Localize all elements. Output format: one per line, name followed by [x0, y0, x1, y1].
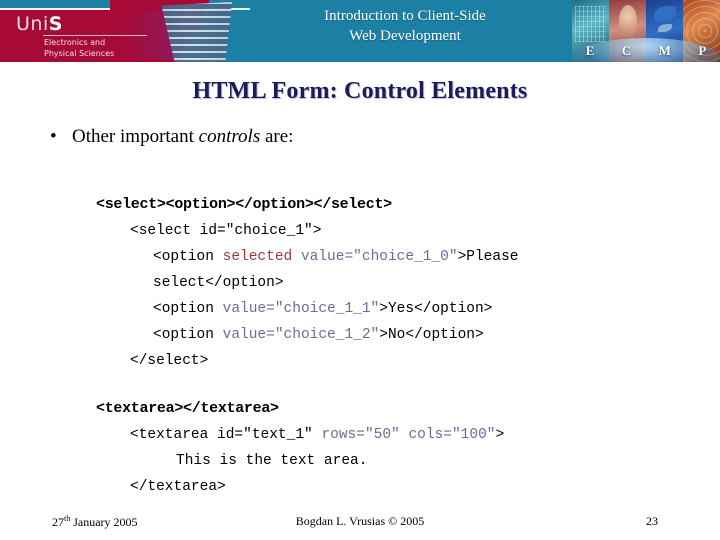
code-token-option-tag-0: <option — [153, 249, 223, 265]
unis-wordmark: UniS — [16, 15, 63, 34]
code-line-option-2: <option value="choice_1_2">No</option> — [96, 322, 656, 348]
bullet-text-emphasis: controls — [198, 126, 261, 147]
code-token-option-text-1: >Yes</option> — [379, 301, 493, 317]
slide-footer: 27th January 2005 Bogdan L. Vrusias © 20… — [0, 514, 720, 532]
page-title: HTML Form: Control Elements — [192, 78, 528, 104]
code-sample: <select><option></option></select> <sele… — [96, 192, 656, 500]
faculty-collage-graphic: E C M P — [572, 0, 720, 62]
bullet-item: • Other important controls are: — [50, 126, 293, 148]
collage-letter-c: C — [621, 43, 632, 58]
code-token-rows-cols-attr: rows="50" cols="100" — [321, 427, 496, 443]
code-block-spacer — [96, 374, 656, 396]
code-token-textarea-tag: <textarea id="text_1" — [130, 427, 322, 443]
code-line-option-1: <option value="choice_1_1">Yes</option> — [96, 296, 656, 322]
header-banner: UniS Electronics and Physical Sciences I… — [0, 0, 720, 62]
code-token-option-text-2: >No</option> — [379, 327, 484, 343]
code-line-option-0: <option selected value="choice_1_0">Plea… — [96, 244, 656, 296]
code-heading-textarea: <textarea></textarea> — [96, 400, 279, 417]
unis-subtitle: Electronics and Physical Sciences — [44, 38, 115, 58]
course-title-line-2: Web Development — [349, 28, 461, 44]
bullet-text-post: are: — [260, 126, 294, 147]
code-line-select-close: </select> — [130, 353, 209, 369]
code-heading-select: <select><option></option></select> — [96, 196, 392, 213]
collage-letter-p: P — [698, 43, 707, 58]
collage-letters: E C M P — [572, 43, 720, 59]
code-token-value-attr-2: value="choice_1_2" — [222, 327, 380, 343]
unis-divider-rule — [43, 35, 147, 36]
footer-page-number: 23 — [646, 514, 658, 528]
code-line-textarea-open: <textarea id="text_1" rows="50" cols="10… — [96, 422, 656, 448]
code-line-textarea-content: This is the text area. — [176, 453, 368, 469]
code-token-selected-keyword: selected — [222, 249, 293, 265]
code-line-textarea-close: </textarea> — [130, 479, 226, 495]
course-title: Introduction to Client-Side Web Developm… — [240, 6, 570, 46]
course-title-line-1: Introduction to Client-Side — [324, 8, 486, 24]
code-token-value-attr-1: value="choice_1_1" — [222, 301, 380, 317]
code-line-select-open: <select id="choice_1"> — [130, 223, 322, 239]
footer-author: Bogdan L. Vrusias © 2005 — [295, 514, 425, 528]
bullet-marker-icon: • — [50, 126, 57, 147]
unis-wordmark-prefix: Uni — [16, 13, 49, 35]
code-token-value-attr-0: value="choice_1_0" — [292, 249, 458, 265]
unis-wordmark-accent: S — [48, 13, 63, 35]
code-token-textarea-gt: > — [495, 427, 505, 443]
code-token-option-tag-2: <option — [153, 327, 223, 343]
bullet-text-pre: Other important — [72, 126, 199, 147]
collage-letter-m: M — [658, 43, 671, 58]
collage-letter-e: E — [585, 43, 595, 58]
code-token-option-tag-1: <option — [153, 301, 223, 317]
